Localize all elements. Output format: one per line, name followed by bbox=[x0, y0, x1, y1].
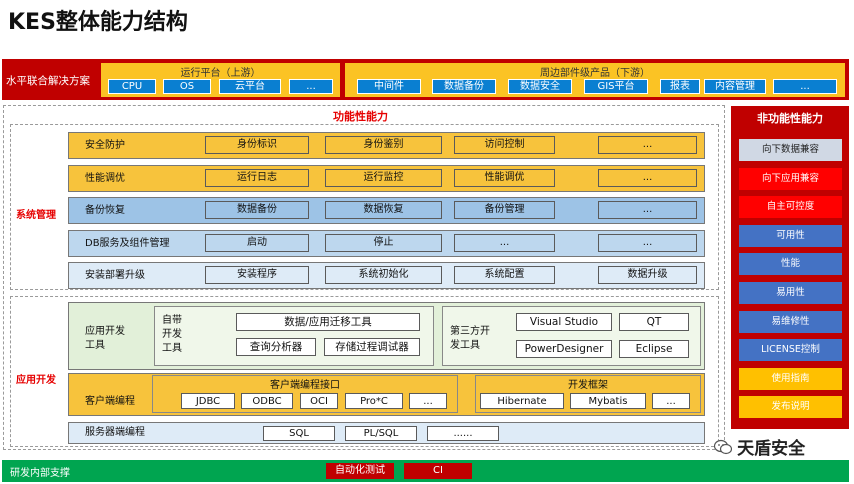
system-mgmt-cell: 访问控制 bbox=[454, 136, 555, 154]
system-mgmt-row-label: 备份恢复 bbox=[85, 205, 125, 216]
system-mgmt-cell: ... bbox=[598, 169, 697, 187]
wechat-icon bbox=[713, 439, 733, 455]
peripheral-item: 数据安全 bbox=[508, 79, 572, 94]
builtin-tools-label: 自带 开发 工具 bbox=[162, 314, 182, 356]
system-mgmt-cell: 数据恢复 bbox=[325, 201, 442, 219]
system-mgmt-cell: 停止 bbox=[325, 234, 442, 252]
functional-title: 功能性能力 bbox=[333, 110, 388, 123]
builtin-tool-proc-debugger: 存储过程调试器 bbox=[324, 338, 420, 356]
system-mgmt-cell: 系统初始化 bbox=[325, 266, 442, 284]
third-label-1: 第三方开 bbox=[450, 326, 490, 337]
system-mgmt-cell: ... bbox=[598, 201, 697, 219]
nonfunctional-item: 使用指南 bbox=[739, 367, 842, 390]
system-mgmt-row-label: DB服务及组件管理 bbox=[85, 238, 170, 249]
builtin-label-3: 工具 bbox=[162, 343, 182, 354]
system-mgmt-row-label: 安全防护 bbox=[85, 140, 125, 151]
third-label-2: 发工具 bbox=[450, 340, 480, 351]
app-dev-label: 应用开发 bbox=[16, 375, 56, 386]
server-sql: SQL bbox=[263, 426, 335, 441]
page-title: KES整体能力结构 bbox=[8, 10, 188, 35]
nonfunctional-item: 发布说明 bbox=[739, 396, 842, 419]
system-mgmt-cell: ... bbox=[598, 136, 697, 154]
framework-more: ... bbox=[652, 393, 690, 409]
third-tool-eclipse: Eclipse bbox=[619, 340, 689, 358]
system-mgmt-row-label: 性能调优 bbox=[85, 173, 125, 184]
app-dev-tools-label-2: 工具 bbox=[85, 340, 105, 351]
nonfunctional-item: 可用性 bbox=[739, 224, 842, 247]
rd-support-label: 研发内部支撑 bbox=[10, 468, 70, 479]
builtin-label-1: 自带 bbox=[162, 315, 182, 326]
system-mgmt-cell: 运行监控 bbox=[325, 169, 442, 187]
system-mgmt-cell: ... bbox=[598, 234, 697, 252]
system-mgmt-cell: 性能调优 bbox=[454, 169, 555, 187]
system-mgmt-label: 系统管理 bbox=[16, 210, 56, 221]
nonfunctional-item: 向下数据兼容 bbox=[739, 139, 842, 161]
framework-mybatis: Mybatis bbox=[570, 393, 646, 409]
client-interface-item: JDBC bbox=[181, 393, 235, 409]
peripheral-item: 中间件 bbox=[357, 79, 421, 94]
third-tool-visual-studio: Visual Studio bbox=[516, 313, 612, 331]
builtin-label-2: 开发 bbox=[162, 329, 182, 340]
system-mgmt-cell: 安装程序 bbox=[205, 266, 309, 284]
server-more: ...... bbox=[427, 426, 499, 441]
peripheral-item: GIS平台 bbox=[584, 79, 648, 94]
nonfunctional-item: LICENSE控制 bbox=[739, 339, 842, 362]
third-tool-qt: QT bbox=[619, 313, 689, 331]
nonfunctional-item: 易用性 bbox=[739, 282, 842, 304]
system-mgmt-cell: 系统配置 bbox=[454, 266, 555, 284]
client-interface-item: ODBC bbox=[241, 393, 293, 409]
nonfunctional-item: 向下应用兼容 bbox=[739, 167, 842, 190]
third-party-tools-label: 第三方开 发工具 bbox=[450, 325, 490, 353]
builtin-tool-migration: 数据/应用迁移工具 bbox=[236, 313, 420, 331]
nonfunctional-item: 性能 bbox=[739, 253, 842, 276]
runtime-item: CPU bbox=[108, 79, 156, 94]
rd-item-autotest: 自动化测试 bbox=[326, 463, 394, 479]
rd-item-ci: CI bbox=[404, 463, 472, 479]
app-dev-tools-label-1: 应用开发 bbox=[85, 326, 125, 337]
server-plsql: PL/SQL bbox=[345, 426, 417, 441]
client-interface-item: OCI bbox=[300, 393, 338, 409]
server-programming-label: 服务器端编程 bbox=[85, 427, 145, 438]
system-mgmt-cell: 数据备份 bbox=[205, 201, 309, 219]
app-dev-tools-label: 应用开发 工具 bbox=[85, 325, 125, 353]
peripheral-item: 报表 bbox=[660, 79, 700, 94]
builtin-tool-query-analyzer: 查询分析器 bbox=[236, 338, 316, 356]
peripheral-item: ... bbox=[773, 79, 837, 94]
system-mgmt-cell: 身份鉴别 bbox=[325, 136, 442, 154]
dev-framework-title: 开发框架 bbox=[568, 380, 608, 391]
third-tool-powerdesigner: PowerDesigner bbox=[516, 340, 612, 358]
peripheral-item: 内容管理 bbox=[704, 79, 766, 94]
nonfunctional-title: 非功能性能力 bbox=[757, 112, 823, 125]
system-mgmt-cell: 身份标识 bbox=[205, 136, 309, 154]
horizontal-solutions-label: 水平联合解决方案 bbox=[6, 75, 90, 87]
system-mgmt-cell: ... bbox=[454, 234, 555, 252]
client-interface-title: 客户端编程接口 bbox=[270, 380, 340, 391]
peripheral-item: 数据备份 bbox=[432, 79, 496, 94]
system-mgmt-cell: 启动 bbox=[205, 234, 309, 252]
watermark-text: 天盾安全 bbox=[737, 439, 806, 459]
peripheral-products-title: 周边部件级产品（下游） bbox=[540, 68, 650, 79]
nonfunctional-item: 易维修性 bbox=[739, 310, 842, 333]
system-mgmt-cell: 数据升级 bbox=[598, 266, 697, 284]
framework-hibernate: Hibernate bbox=[480, 393, 564, 409]
runtime-item: 云平台 bbox=[219, 79, 281, 94]
runtime-platform-title: 运行平台（上游） bbox=[180, 68, 261, 79]
watermark: 天盾安全 bbox=[713, 434, 834, 459]
client-interface-item: ... bbox=[409, 393, 447, 409]
runtime-item: ... bbox=[289, 79, 333, 94]
nonfunctional-item: 自主可控度 bbox=[739, 196, 842, 219]
client-programming-label: 客户端编程 bbox=[85, 396, 135, 407]
system-mgmt-row-label: 安装部署升级 bbox=[85, 270, 145, 281]
runtime-item: OS bbox=[163, 79, 211, 94]
client-interface-item: Pro*C bbox=[345, 393, 403, 409]
system-mgmt-cell: 备份管理 bbox=[454, 201, 555, 219]
system-mgmt-cell: 运行日志 bbox=[205, 169, 309, 187]
